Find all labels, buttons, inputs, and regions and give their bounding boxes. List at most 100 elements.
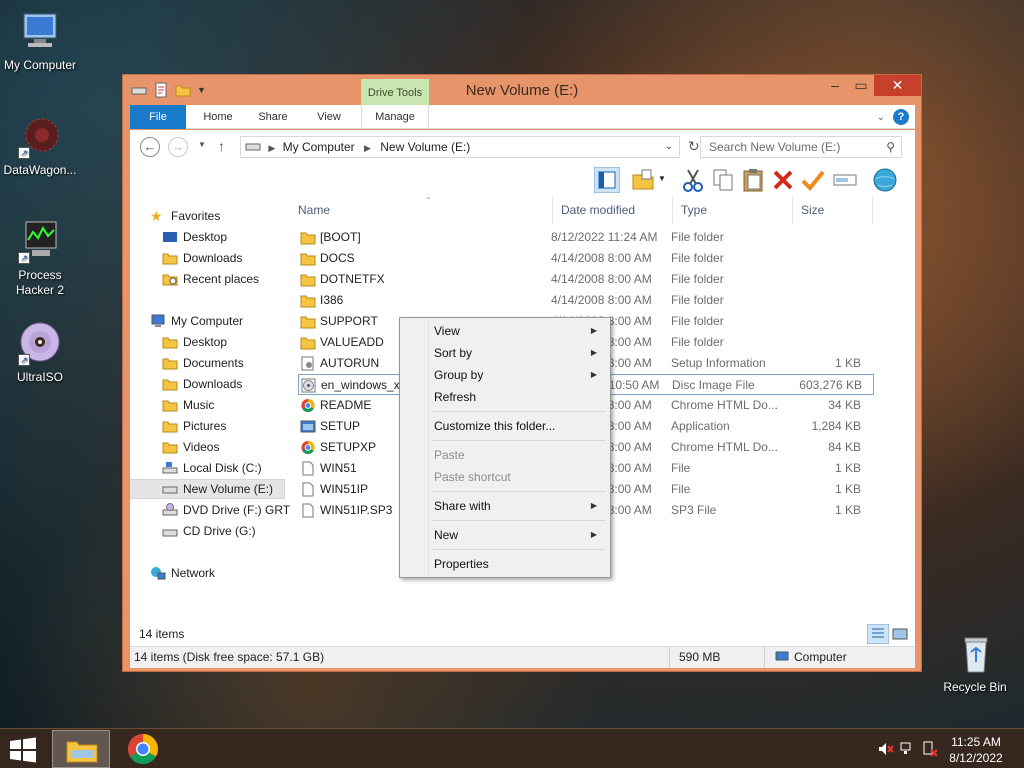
desktop-icon-ultraiso[interactable]: ↗ UltraISO — [0, 322, 80, 385]
globe-icon[interactable] — [872, 167, 898, 193]
nav-fav-recent-places[interactable]: Recent places — [162, 269, 259, 289]
checkmark-icon[interactable] — [800, 167, 826, 193]
minimize-button[interactable]: – — [822, 75, 848, 96]
file-row[interactable]: [BOOT] 8/12/2022 11:24 AM File folder — [298, 227, 874, 248]
menu-item-group-by[interactable]: Group by ▶ — [403, 364, 607, 386]
menu-item-properties[interactable]: Properties — [403, 553, 607, 575]
nav-my-computer[interactable]: My Computer — [150, 311, 243, 331]
title-bar[interactable]: ▼ Drive Tools New Volume (E:) – ▭ ✕ — [123, 75, 921, 106]
action-center-icon[interactable] — [922, 741, 938, 757]
address-bar[interactable]: ▶ My Computer ▶ New Volume (E:) ⌄ — [240, 136, 680, 158]
nav-favorites[interactable]: ★ Favorites — [150, 206, 220, 226]
tab-file[interactable]: File — [130, 105, 186, 129]
chevron-down-icon[interactable]: ▼ — [658, 174, 666, 183]
menu-item-customize-this-folder[interactable]: Customize this folder... — [403, 415, 607, 437]
column-header-size[interactable]: Size — [793, 196, 873, 224]
status-free-space: 14 items (Disk free space: 57.1 GB) — [130, 647, 670, 668]
recycle-bin-icon — [953, 632, 997, 676]
rename-icon[interactable] — [832, 167, 858, 193]
recent-locations-icon[interactable]: ▼ — [198, 140, 206, 149]
menu-item-paste-shortcut[interactable]: Paste shortcut — [403, 466, 607, 488]
menu-item-refresh[interactable]: Refresh — [403, 386, 607, 408]
nav-pc-cd-drive-g[interactable]: CD Drive (G:) — [162, 521, 256, 541]
desktop-icon-label: UltraISO — [16, 370, 63, 384]
nav-pc-music[interactable]: Music — [162, 395, 214, 415]
desktop-icon-my-computer[interactable]: My Computer — [0, 10, 80, 73]
submenu-arrow-icon: ▶ — [590, 501, 597, 510]
menu-item-view[interactable]: View ▶ — [403, 320, 607, 342]
tab-home[interactable]: Home — [192, 105, 244, 129]
volume-muted-icon[interactable] — [878, 741, 894, 757]
cut-icon[interactable] — [680, 167, 706, 193]
expand-ribbon-icon[interactable]: ⌄ — [877, 112, 885, 123]
paste-icon[interactable] — [740, 167, 766, 193]
menu-item-label: Customize this folder... — [434, 419, 556, 433]
menu-item-sort-by[interactable]: Sort by ▶ — [403, 342, 607, 364]
column-header-type[interactable]: Type — [673, 196, 793, 224]
chrome-icon — [127, 734, 159, 765]
breadcrumb-new-volume[interactable]: New Volume (E:) — [380, 140, 470, 154]
nav-pc-downloads[interactable]: Downloads — [162, 374, 242, 394]
nav-pc-desktop[interactable]: Desktop — [162, 332, 227, 352]
file-row[interactable]: I386 4/14/2008 8:00 AM File folder — [298, 290, 874, 311]
file-row[interactable]: DOCS 4/14/2008 8:00 AM File folder — [298, 248, 874, 269]
preview-pane-icon[interactable] — [594, 167, 620, 193]
desktop-icon-process-hacker[interactable]: ↗ Process Hacker 2 — [0, 220, 80, 298]
column-header-date[interactable]: Date modified — [553, 196, 673, 224]
back-button[interactable]: ← — [140, 137, 160, 157]
maximize-button[interactable]: ▭ — [848, 75, 874, 96]
menu-item-label: Sort by — [434, 346, 473, 360]
address-dropdown-icon[interactable]: ⌄ — [665, 137, 673, 157]
nav-pc-videos[interactable]: Videos — [162, 437, 219, 457]
breadcrumb-my-computer[interactable]: My Computer — [283, 140, 355, 154]
file-type: File folder — [671, 230, 724, 244]
clock-date: 8/12/2022 — [949, 751, 1003, 765]
nav-pc-local-disk-c[interactable]: Local Disk (C:) — [162, 458, 262, 478]
file-type: Disc Image File — [672, 378, 755, 392]
file-row[interactable]: DOTNETFX 4/14/2008 8:00 AM File folder — [298, 269, 874, 290]
tab-view[interactable]: View — [304, 105, 354, 129]
chrome-icon — [301, 398, 315, 413]
datawagon-icon: ↗ — [18, 115, 62, 159]
details-view-icon[interactable] — [867, 624, 889, 644]
delete-icon[interactable] — [770, 167, 796, 193]
nav-item-label: My Computer — [171, 314, 244, 328]
column-header-name[interactable]: Name — [290, 196, 553, 224]
nav-fav-desktop[interactable]: Desktop — [162, 227, 227, 247]
nav-pc-documents[interactable]: Documents — [162, 353, 244, 373]
nav-network[interactable]: Network — [150, 563, 215, 583]
search-input[interactable]: Search New Volume (E:) ⚲ — [700, 136, 902, 158]
cd-drive-icon — [162, 529, 178, 537]
up-button[interactable]: ↑ — [218, 138, 225, 154]
nav-item-label: Pictures — [183, 419, 227, 433]
nav-pc-dvd-drive-f[interactable]: DVD Drive (F:) GRTM — [162, 500, 290, 520]
desktop-icon-datawagon[interactable]: ↗ DataWagon... — [0, 115, 80, 178]
nav-fav-downloads[interactable]: Downloads — [162, 248, 242, 268]
close-button[interactable]: ✕ — [874, 75, 921, 96]
folder-options-icon[interactable] — [630, 167, 656, 193]
desktop-icon-recycle-bin[interactable]: Recycle Bin — [935, 632, 1015, 695]
nav-pc-new-volume-e[interactable]: New Volume (E:) — [130, 479, 285, 499]
nav-pc-pictures[interactable]: Pictures — [162, 416, 226, 436]
nav-item-label: Downloads — [183, 377, 243, 391]
windows-logo-icon[interactable] — [8, 737, 38, 763]
tab-share[interactable]: Share — [248, 105, 298, 129]
computer-icon — [775, 651, 789, 661]
help-icon[interactable]: ? — [893, 109, 909, 125]
network-status-icon[interactable] — [900, 741, 916, 757]
tab-manage[interactable]: Manage — [361, 105, 429, 129]
menu-item-share-with[interactable]: Share with ▶ — [403, 495, 607, 517]
menu-item-new[interactable]: New ▶ — [403, 524, 607, 546]
copy-icon[interactable] — [710, 167, 736, 193]
large-icons-view-icon[interactable] — [892, 626, 908, 642]
taskbar-clock[interactable]: 11:25 AM 8/12/2022 — [946, 734, 1006, 766]
downloads-folder-icon — [162, 253, 178, 265]
file-type: File folder — [671, 293, 724, 307]
menu-item-paste[interactable]: Paste — [403, 444, 607, 466]
taskbar-chrome[interactable] — [114, 730, 172, 768]
process-hacker-icon: ↗ — [18, 220, 62, 264]
menu-item-label: View — [434, 324, 460, 338]
refresh-icon[interactable]: ↻ — [688, 138, 700, 155]
forward-button[interactable]: → — [168, 137, 188, 157]
taskbar-file-explorer[interactable] — [52, 730, 110, 768]
